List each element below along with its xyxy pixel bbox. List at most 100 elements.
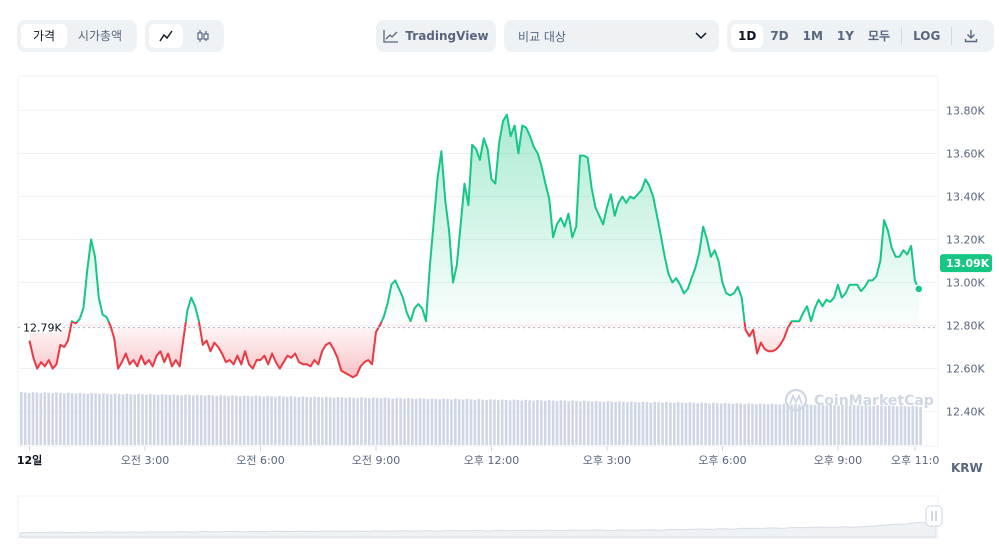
volume-bar <box>129 394 133 445</box>
volume-bar <box>602 401 606 445</box>
volume-bar <box>356 398 359 445</box>
volume-bar <box>27 392 31 445</box>
volume-bar <box>735 403 739 445</box>
volume-bar <box>630 401 633 445</box>
y-tick-label: 13.20K <box>946 233 985 246</box>
volume-bar <box>340 397 344 445</box>
volume-bar <box>282 396 285 445</box>
volume-bar <box>133 394 136 445</box>
volume-bar <box>375 397 379 445</box>
volume-bar <box>598 401 602 445</box>
volume-bar <box>172 394 176 445</box>
volume-bar <box>364 397 367 445</box>
volume-bar <box>137 393 140 445</box>
y-tick-label: 13.80K <box>946 104 985 117</box>
volume-bar <box>790 404 793 445</box>
volume-bar <box>919 406 922 445</box>
volume-bar <box>911 405 915 445</box>
volume-bar <box>594 400 598 445</box>
volume-bar <box>848 405 852 445</box>
volume-bar <box>661 402 664 445</box>
x-tick-label: 오전 3:00 <box>121 454 169 467</box>
volume-bar <box>90 393 93 445</box>
volume-bar <box>368 398 371 445</box>
volume-bar <box>751 403 754 445</box>
volume-bar <box>692 402 696 445</box>
x-tick-label: 오전 9:00 <box>352 454 400 467</box>
volume-bar <box>493 399 496 445</box>
volume-bar <box>610 401 613 445</box>
volume-bar <box>250 396 254 445</box>
volume-bar <box>587 401 590 445</box>
volume-bar <box>278 396 281 445</box>
volume-bar <box>403 398 406 445</box>
volume-bar <box>239 396 242 445</box>
volume-bar <box>543 400 547 445</box>
x-tick-label: 오후 3:00 <box>583 454 631 467</box>
volume-bar <box>567 401 570 445</box>
volume-bar <box>395 397 398 445</box>
volume-bar <box>512 399 516 445</box>
x-axis: 12일 오전 3:00 오전 6:00 오전 9:00 오후 12:00 오후 3:00 오… <box>17 446 939 467</box>
currency-label: KRW <box>951 461 983 475</box>
volume-bar <box>203 395 207 445</box>
volume-bar <box>520 400 524 445</box>
volume-bar <box>145 394 148 445</box>
navigator-handle[interactable] <box>925 505 943 527</box>
volume-bar <box>903 406 907 445</box>
volume-bar <box>673 402 676 445</box>
volume-bar <box>649 402 653 445</box>
volume-bar <box>755 404 758 445</box>
volume-bar <box>653 401 656 445</box>
volume-bar <box>399 398 402 445</box>
volume-bar <box>305 396 308 445</box>
volume-bar <box>500 399 504 445</box>
volume-bar <box>489 399 492 445</box>
volume-bar <box>540 400 543 445</box>
volume-bar <box>762 403 766 445</box>
volume-bar <box>39 393 43 445</box>
volume-bar <box>180 395 183 445</box>
volume-bar <box>325 396 328 445</box>
volume-bar <box>907 406 911 445</box>
watermark-text: CoinMarketCap <box>814 393 934 409</box>
volume-bar <box>833 405 836 445</box>
volume-bar <box>684 403 688 445</box>
volume-bar <box>508 400 512 445</box>
volume-bar <box>192 395 195 445</box>
volume-bar <box>211 395 215 445</box>
volume-bar <box>430 398 434 445</box>
volume-bar <box>254 395 258 445</box>
volume-bar <box>856 405 860 445</box>
volume-bar <box>438 399 441 445</box>
volume-bar <box>723 402 727 445</box>
range-navigator[interactable] <box>17 495 943 539</box>
volume-bar <box>915 406 918 445</box>
volume-bar <box>747 403 750 445</box>
volume-bar <box>516 400 520 445</box>
volume-bar <box>106 393 109 445</box>
current-price-dot <box>914 284 924 294</box>
volume-bar <box>743 404 746 445</box>
volume-bar <box>880 405 883 445</box>
volume-bar <box>547 400 551 445</box>
price-area <box>29 114 919 378</box>
volume-bar <box>579 401 582 445</box>
volume-bar <box>864 405 868 445</box>
volume-bar <box>411 398 414 445</box>
volume-bar <box>391 398 394 445</box>
volume-bar <box>176 394 179 445</box>
volume-bar <box>164 394 168 445</box>
volume-bar <box>813 405 817 445</box>
volume-bar <box>571 400 574 445</box>
volume-bar <box>184 394 187 445</box>
volume-bar <box>446 399 449 445</box>
volume-bar <box>766 404 770 445</box>
volume-bar <box>899 405 903 445</box>
volume-bar <box>371 397 375 445</box>
volume-bar <box>876 405 879 445</box>
volume-bar <box>477 399 481 445</box>
volume-bar <box>246 395 250 445</box>
volume-bar <box>235 395 238 445</box>
volume-bar <box>223 395 226 445</box>
